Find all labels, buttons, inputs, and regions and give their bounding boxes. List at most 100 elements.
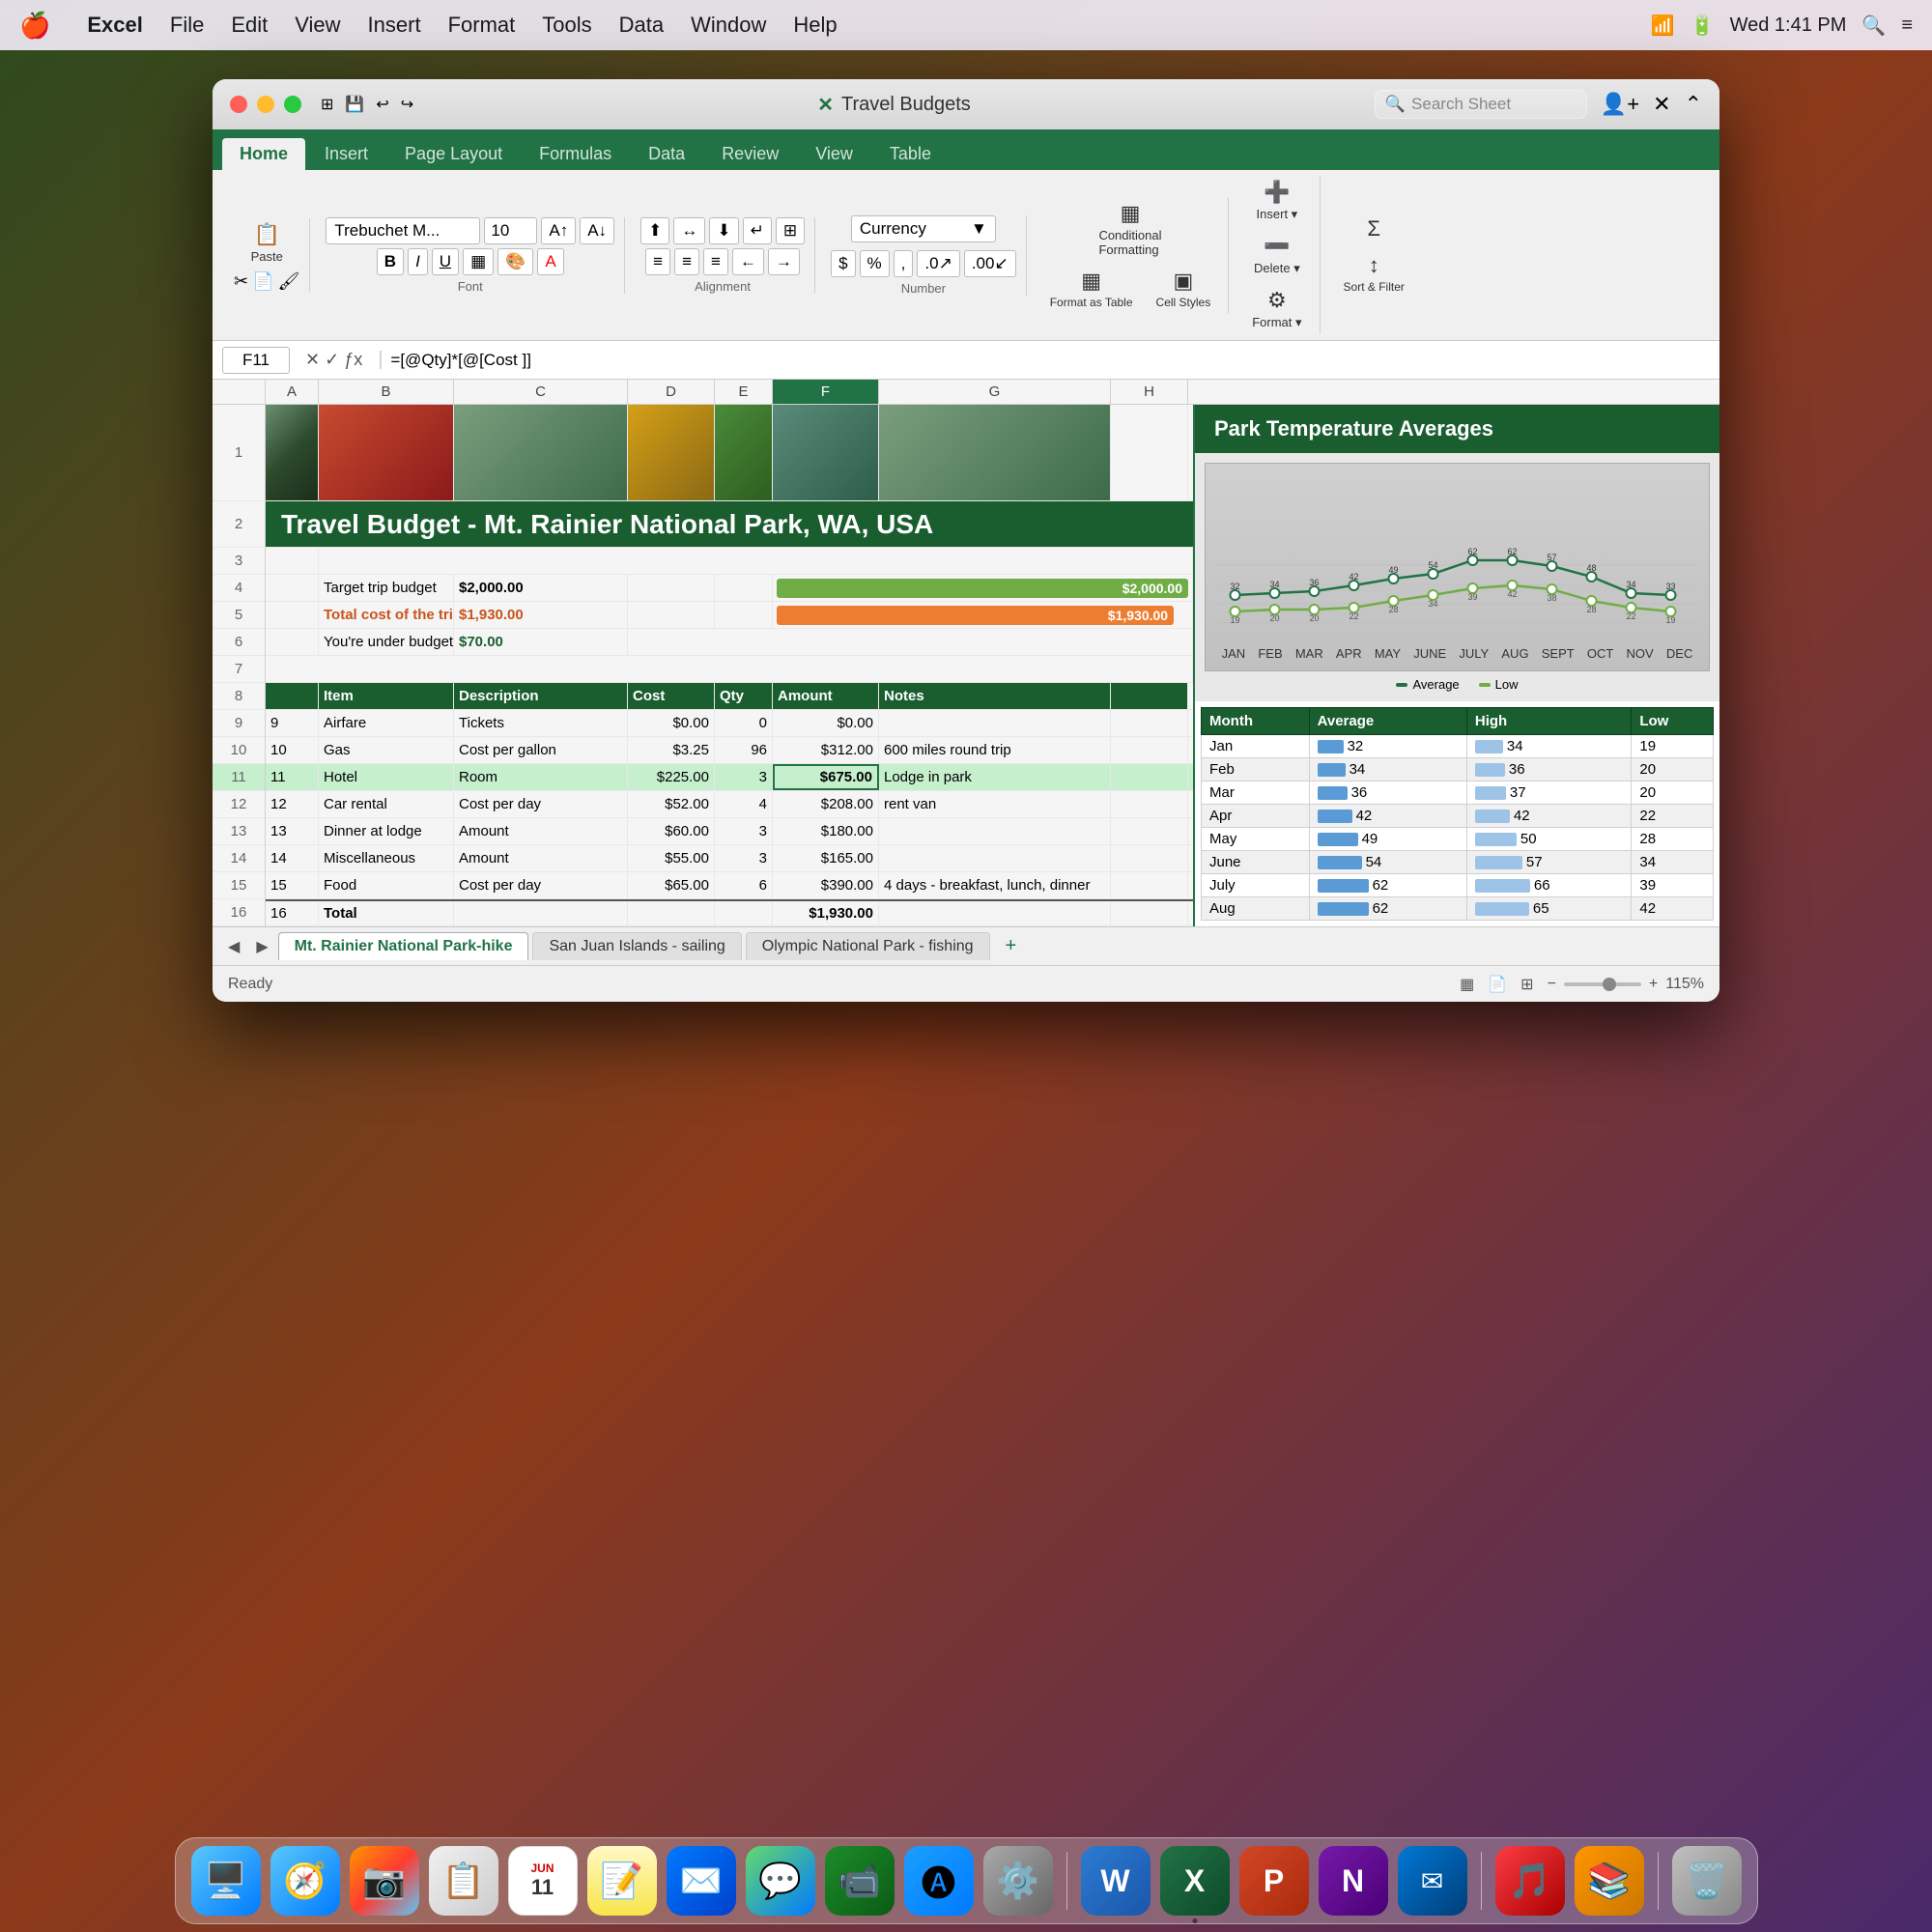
menu-file[interactable]: File [170,13,204,38]
cell-15-notes[interactable]: 4 days - breakfast, lunch, dinner [879,872,1111,898]
cell-14-amount[interactable]: $165.00 [773,845,879,871]
cell-11-notes[interactable]: Lodge in park [879,764,1111,790]
paste-button[interactable]: 📋 Paste [243,218,291,268]
undo-icon[interactable]: ↩ [376,95,388,114]
col-header-f[interactable]: F [773,380,879,404]
cell-12-item[interactable]: Car rental [319,791,454,817]
cell-13-item[interactable]: Dinner at lodge [319,818,454,844]
sheet-tab-san-juan[interactable]: San Juan Islands - sailing [532,932,741,960]
indent-increase-button[interactable]: → [768,248,800,275]
align-center-button[interactable]: ≡ [674,248,699,275]
format-painter-icon[interactable]: 🖌 [278,271,300,292]
cell-15-qty[interactable]: 6 [715,872,773,898]
search-sheet-box[interactable]: 🔍 Search Sheet [1375,90,1587,119]
dock-icon-mail[interactable]: ✉️ [667,1846,736,1916]
copy-icon[interactable]: 📄 [252,271,273,292]
menu-tools[interactable]: Tools [542,13,591,38]
dock-icon-facetime[interactable]: 📹 [825,1846,895,1916]
cell-10-desc[interactable]: Cost per gallon [454,737,628,763]
page-layout-icon[interactable]: 📄 [1488,975,1507,994]
format-as-table-button[interactable]: ▦ Format as Table [1042,265,1141,313]
cell-10-item[interactable]: Gas [319,737,454,763]
under-budget-value[interactable]: $70.00 [454,629,628,655]
cell-12-qty[interactable]: 4 [715,791,773,817]
cell-reference-input[interactable] [222,347,290,374]
align-bottom-button[interactable]: ⬇ [709,217,738,244]
delete-button[interactable]: ➖ Delete ▾ [1246,230,1308,280]
dock-icon-onenote[interactable]: N [1319,1846,1388,1916]
share-icon[interactable]: 👤+ [1601,92,1639,117]
cell-10-qty[interactable]: 96 [715,737,773,763]
align-right-button[interactable]: ≡ [703,248,728,275]
comma-button[interactable]: , [894,250,914,277]
cell-14-item[interactable]: Miscellaneous [319,845,454,871]
col-header-b[interactable]: B [319,380,454,404]
cell-14-cost[interactable]: $55.00 [628,845,715,871]
menu-help[interactable]: Help [793,13,837,38]
cell-14-qty[interactable]: 3 [715,845,773,871]
cell-13-desc[interactable]: Amount [454,818,628,844]
cell-15-item[interactable]: Food [319,872,454,898]
dock-icon-books[interactable]: 📚 [1575,1846,1644,1916]
spreadsheet-title[interactable]: Travel Budget - Mt. Rainier National Par… [266,501,1193,547]
autosum-button[interactable]: Σ [1359,213,1388,245]
align-middle-button[interactable]: ↔ [673,217,705,244]
formula-input[interactable] [390,351,1710,370]
dock-icon-music[interactable]: 🎵 [1495,1846,1565,1916]
col-header-d[interactable]: D [628,380,715,404]
col-header-e[interactable]: E [715,380,773,404]
border-button[interactable]: ▦ [463,248,494,275]
format-button[interactable]: ⚙ Format ▾ [1244,284,1309,334]
insert-function-button[interactable]: ƒx [344,350,362,370]
cell-15-desc[interactable]: Cost per day [454,872,628,898]
menu-data[interactable]: Data [619,13,664,38]
close-icon[interactable]: ✕ [1653,92,1670,117]
cell-13-notes[interactable] [879,818,1111,844]
align-top-button[interactable]: ⬆ [640,217,669,244]
control-center-icon[interactable]: ≡ [1901,14,1913,37]
tab-page-layout[interactable]: Page Layout [387,138,520,170]
cell-12-cost[interactable]: $52.00 [628,791,715,817]
dock-icon-contacts[interactable]: 📋 [429,1846,498,1916]
cell-9-notes[interactable] [879,710,1111,736]
cell-12-amount[interactable]: $208.00 [773,791,879,817]
cell-10-cost[interactable]: $3.25 [628,737,715,763]
cell-9-item[interactable]: Airfare [319,710,454,736]
confirm-formula-button[interactable]: ✓ [325,350,339,370]
menu-edit[interactable]: Edit [231,13,268,38]
cell-11-amount[interactable]: $675.00 [773,764,879,790]
cell-11-desc[interactable]: Room [454,764,628,790]
col-header-g[interactable]: G [879,380,1111,404]
dock-icon-powerpoint[interactable]: P [1239,1846,1309,1916]
decimal-increase-button[interactable]: .0↗ [917,250,959,277]
sheet-tab-rainier[interactable]: Mt. Rainier National Park-hike [278,932,529,960]
sidebar-toggle-icon[interactable]: ⊞ [321,95,333,114]
number-format-dropdown[interactable]: Currency ▼ [851,215,996,242]
percent-button[interactable]: % [860,250,890,277]
cell-14-notes[interactable] [879,845,1111,871]
fill-color-button[interactable]: 🎨 [497,248,533,275]
expand-icon[interactable]: ⌃ [1685,92,1702,117]
bold-button[interactable]: B [377,248,404,275]
tab-review[interactable]: Review [704,138,796,170]
cell-15-cost[interactable]: $65.00 [628,872,715,898]
total-value[interactable]: $1,930.00 [454,602,628,628]
font-size-up-button[interactable]: A↑ [541,217,576,244]
sheet-nav-prev-button[interactable]: ◀ [222,934,245,959]
dock-icon-appstore[interactable]: 🅐 [904,1846,974,1916]
budget-value[interactable]: $2,000.00 [454,575,628,601]
font-size-down-button[interactable]: A↓ [580,217,614,244]
tab-formulas[interactable]: Formulas [522,138,629,170]
conditional-formatting-button[interactable]: ▦ ConditionalFormatting [1091,197,1169,261]
normal-view-icon[interactable]: ▦ [1460,975,1474,994]
underline-button[interactable]: U [432,248,459,275]
cell-9-qty[interactable]: 0 [715,710,773,736]
sheet-nav-next-button[interactable]: ▶ [250,934,273,959]
cut-icon[interactable]: ✂ [234,271,248,292]
sheet-tab-olympic[interactable]: Olympic National Park - fishing [746,932,990,960]
maximize-button[interactable] [284,96,301,113]
zoom-out-button[interactable]: − [1548,976,1556,993]
cancel-formula-button[interactable]: ✕ [305,350,320,370]
cell-9-amount[interactable]: $0.00 [773,710,879,736]
dock-icon-trash[interactable]: 🗑️ [1672,1846,1742,1916]
